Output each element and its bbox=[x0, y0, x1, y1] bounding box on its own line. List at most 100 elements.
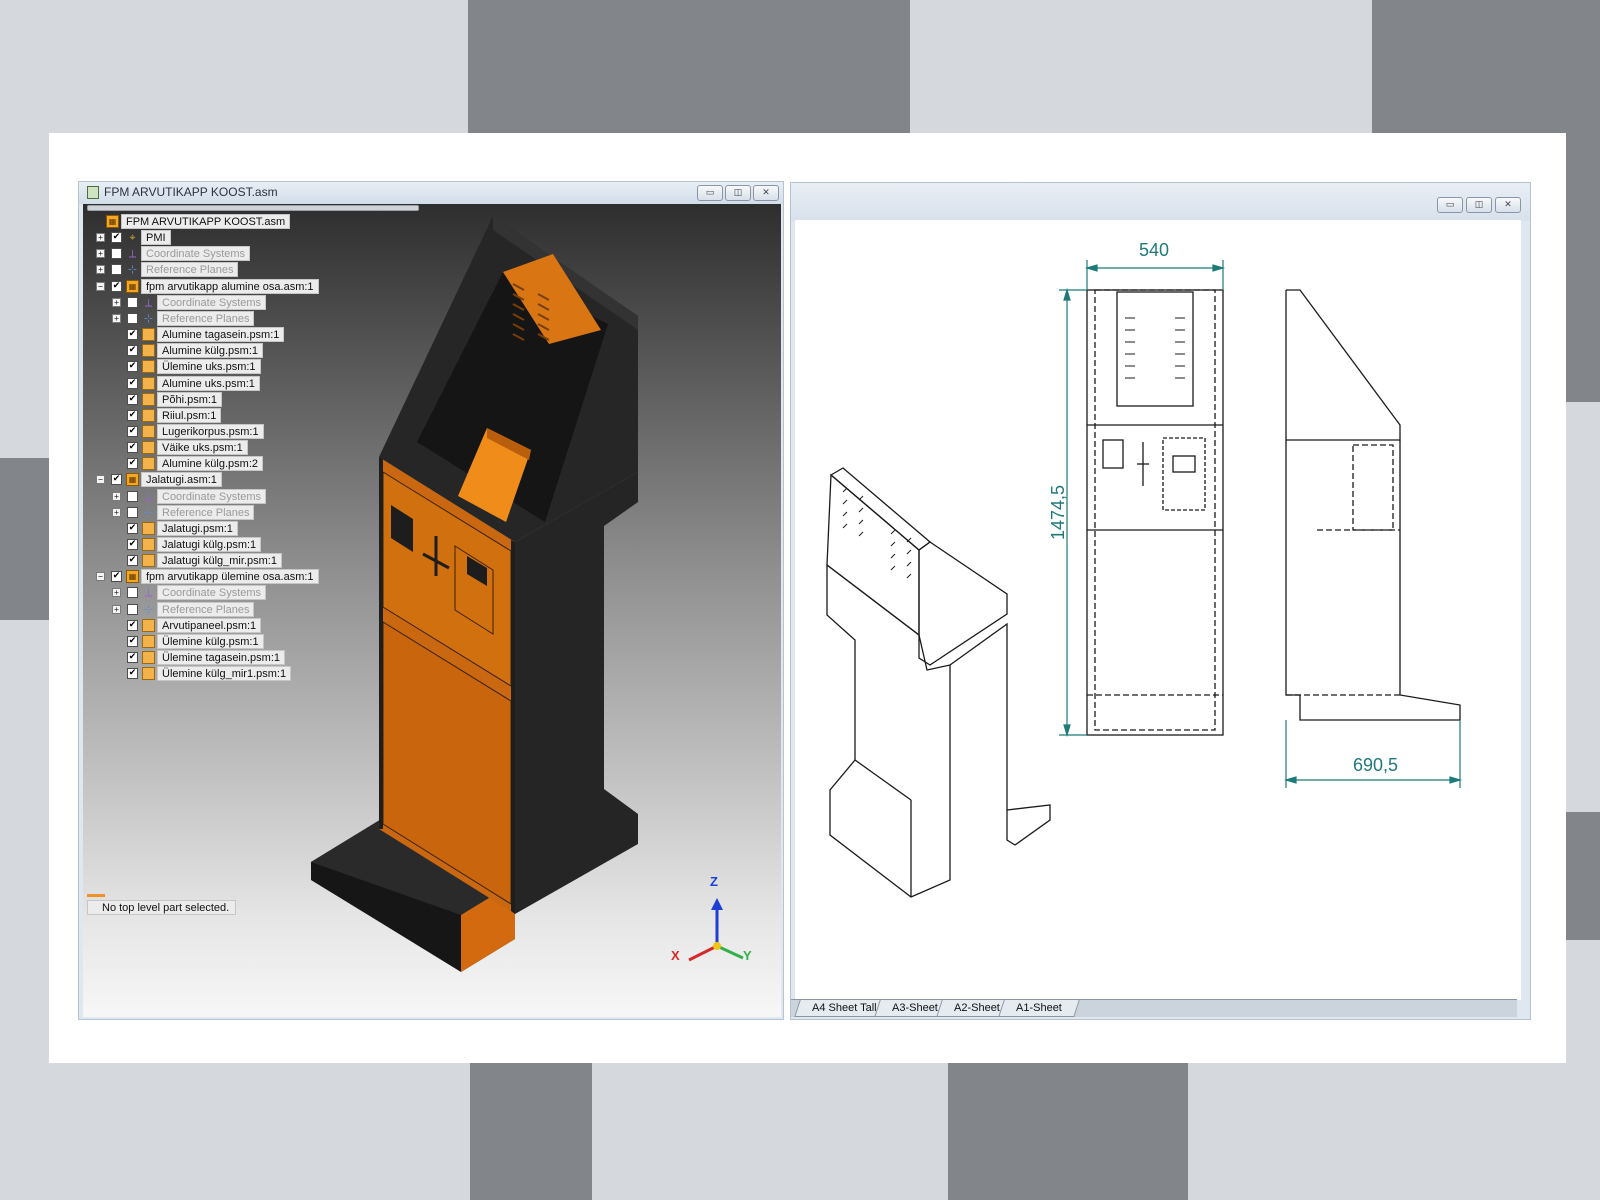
visibility-checkbox[interactable]: ✔ bbox=[127, 619, 138, 631]
collapse-icon[interactable]: − bbox=[96, 572, 105, 582]
assembly-document-icon bbox=[87, 186, 99, 199]
close-button[interactable]: ✕ bbox=[753, 185, 779, 201]
visibility-checkbox[interactable]: ✔ bbox=[127, 522, 138, 534]
visibility-checkbox[interactable]: ✔ bbox=[127, 668, 138, 680]
3d-viewport[interactable]: ▦ FPM ARVUTIKAPP KOOST.asm + ✔ ⌖ PMI + ⟂ Coordin… bbox=[83, 204, 781, 1017]
tree-item-label: Jalatugi.psm:1 bbox=[157, 520, 238, 536]
tree-item-label: Coordinate Systems bbox=[157, 294, 267, 310]
visibility-checkbox[interactable] bbox=[127, 312, 138, 324]
assembly-icon: ▦ bbox=[126, 473, 139, 487]
maximize-button[interactable]: ◫ bbox=[1466, 197, 1492, 213]
expand-icon[interactable]: + bbox=[96, 265, 105, 275]
tree-item-label: Riiul.psm:1 bbox=[157, 407, 222, 423]
tree-item-label: Reference Planes bbox=[141, 262, 239, 278]
coordinate-system-icon: ⟂ bbox=[128, 247, 137, 261]
tree-item-label: PMI bbox=[141, 230, 171, 246]
drawing-titlebar: ▭ ◫ ✕ bbox=[791, 183, 1530, 221]
visibility-checkbox[interactable]: ✔ bbox=[127, 425, 138, 437]
tab-a1-sheet[interactable]: A1-Sheet bbox=[998, 1000, 1080, 1017]
tree-item-label: Reference Planes bbox=[157, 504, 255, 520]
background-tile bbox=[946, 0, 1340, 133]
sheet-tab-bar: A4 Sheet Tall A3-Sheet A2-Sheet A1-Sheet bbox=[791, 999, 1517, 1017]
background-tile bbox=[0, 458, 49, 620]
assembly-icon: ▦ bbox=[126, 570, 139, 584]
y-axis-label: Y bbox=[743, 948, 752, 963]
visibility-checkbox[interactable] bbox=[127, 490, 138, 502]
sheetmetal-part-icon bbox=[142, 376, 155, 390]
collapse-icon[interactable]: − bbox=[96, 281, 105, 291]
visibility-checkbox[interactable]: ✔ bbox=[111, 571, 122, 583]
visibility-checkbox[interactable]: ✔ bbox=[111, 474, 122, 486]
sheetmetal-part-icon bbox=[142, 424, 155, 438]
expand-icon[interactable]: + bbox=[112, 297, 121, 307]
visibility-checkbox[interactable]: ✔ bbox=[111, 232, 122, 244]
tree-item-label: fpm arvutikapp ülemine osa.asm:1 bbox=[141, 569, 319, 585]
background-tile bbox=[0, 0, 431, 133]
background-tile bbox=[618, 1063, 904, 1200]
visibility-checkbox[interactable] bbox=[127, 506, 138, 518]
pane-splitter[interactable] bbox=[87, 205, 419, 211]
tree-item-label: Ülemine külg_mir1.psm:1 bbox=[157, 666, 292, 682]
tree-item-label: Alumine külg.psm:1 bbox=[157, 343, 263, 359]
minimize-button[interactable]: ▭ bbox=[1437, 197, 1463, 213]
background-tile bbox=[0, 1063, 434, 1200]
visibility-checkbox[interactable]: ✔ bbox=[127, 329, 138, 341]
pmi-icon: ⌖ bbox=[129, 231, 136, 245]
visibility-checkbox[interactable]: ✔ bbox=[127, 409, 138, 421]
background-tile bbox=[1218, 1063, 1600, 1200]
sheetmetal-part-icon bbox=[142, 651, 155, 665]
sheet-tab-label: A3-Sheet bbox=[892, 1002, 938, 1014]
maximize-button[interactable]: ◫ bbox=[725, 185, 751, 201]
visibility-checkbox[interactable]: ✔ bbox=[127, 442, 138, 454]
minimize-button[interactable]: ▭ bbox=[697, 185, 723, 201]
visibility-checkbox[interactable]: ✔ bbox=[127, 635, 138, 647]
axis-triad bbox=[688, 898, 744, 962]
visibility-checkbox[interactable] bbox=[127, 603, 138, 615]
expand-icon[interactable]: + bbox=[96, 233, 105, 243]
visibility-checkbox[interactable] bbox=[127, 296, 138, 308]
assembly-titlebar: FPM ARVUTIKAPP KOOST.asm ▭ ◫ ✕ bbox=[79, 182, 783, 204]
visibility-checkbox[interactable]: ✔ bbox=[127, 555, 138, 567]
visibility-checkbox[interactable]: ✔ bbox=[127, 539, 138, 550]
visibility-checkbox[interactable]: ✔ bbox=[127, 345, 138, 357]
sheet-tab-label: A4 Sheet Tall bbox=[812, 1002, 877, 1014]
drawing-sheet[interactable]: 540 1474,5 690,5 bbox=[795, 220, 1521, 1000]
frame-strip bbox=[379, 457, 383, 829]
visibility-checkbox[interactable] bbox=[111, 248, 122, 260]
assembly-icon: ▦ bbox=[106, 215, 119, 228]
visibility-checkbox[interactable]: ✔ bbox=[127, 377, 138, 389]
sheetmetal-part-icon bbox=[142, 392, 155, 406]
reference-plane-icon: ⊹ bbox=[127, 263, 138, 277]
visibility-checkbox[interactable]: ✔ bbox=[127, 393, 138, 405]
sheetmetal-part-icon bbox=[142, 538, 155, 551]
collapse-icon[interactable]: − bbox=[96, 475, 105, 485]
visibility-checkbox[interactable]: ✔ bbox=[127, 458, 138, 470]
expand-icon[interactable]: + bbox=[96, 249, 105, 259]
tree-item-label: Ülemine uks.psm:1 bbox=[157, 359, 261, 375]
tree-item-label: Jalatugi külg_mir.psm:1 bbox=[157, 553, 282, 569]
visibility-checkbox[interactable] bbox=[111, 264, 122, 276]
visibility-checkbox[interactable]: ✔ bbox=[111, 280, 122, 292]
expand-icon[interactable]: + bbox=[112, 313, 121, 323]
side-view bbox=[1285, 289, 1461, 721]
expand-icon[interactable]: + bbox=[112, 588, 121, 598]
sheetmetal-part-icon bbox=[142, 408, 155, 422]
expand-icon[interactable]: + bbox=[112, 507, 121, 517]
expand-icon[interactable]: + bbox=[112, 491, 121, 501]
drawing-window: ▭ ◫ ✕ 540 1474,5 690,5 A4 Sheet Tall A3-… bbox=[790, 182, 1531, 1020]
sheetmetal-part-icon bbox=[142, 441, 155, 455]
tree-item-label: Coordinate Systems bbox=[157, 585, 267, 601]
background-tile bbox=[948, 1063, 1188, 1200]
close-button[interactable]: ✕ bbox=[1495, 197, 1521, 213]
height-dimension: 1474,5 bbox=[1048, 484, 1069, 541]
tree-item-label: FPM ARVUTIKAPP KOOST.asm bbox=[121, 214, 291, 229]
expand-icon[interactable]: + bbox=[112, 604, 121, 614]
visibility-checkbox[interactable] bbox=[127, 587, 138, 599]
background-tile bbox=[470, 1063, 592, 1200]
sheetmetal-part-icon bbox=[142, 667, 155, 681]
visibility-checkbox[interactable]: ✔ bbox=[127, 361, 138, 373]
x-axis-label: X bbox=[671, 948, 680, 963]
tree-item-label: Alumine tagasein.psm:1 bbox=[157, 327, 285, 343]
visibility-checkbox[interactable]: ✔ bbox=[127, 652, 138, 664]
status-message: No top level part selected. bbox=[87, 900, 237, 915]
